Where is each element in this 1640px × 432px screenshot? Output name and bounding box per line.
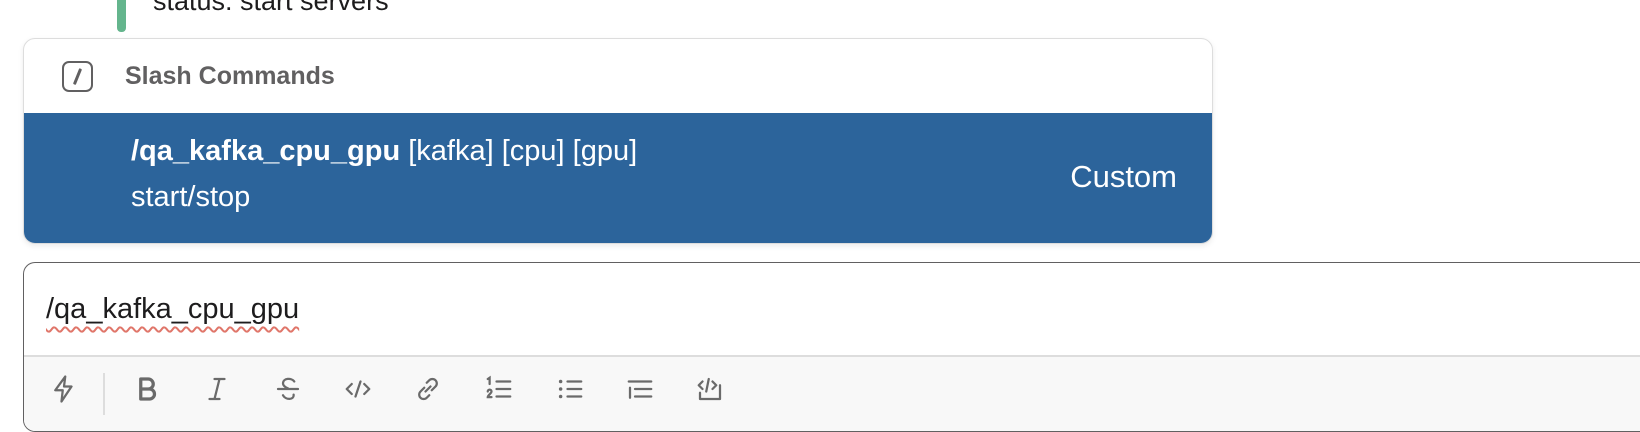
bulleted-list-button[interactable] [550,369,590,409]
bold-button[interactable] [127,369,167,409]
bold-icon [139,377,157,401]
strikethrough-button[interactable] [268,369,308,409]
popup-header: Slash Commands [24,39,1212,113]
command-option[interactable]: /qa_kafka_cpu_gpu [kafka] [cpu] [gpu] st… [24,113,1212,243]
link-icon [418,377,438,401]
slash-commands-popup: Slash Commands /qa_kafka_cpu_gpu [kafka]… [23,38,1213,244]
ordered-list-icon [486,375,512,399]
command-description: start/stop [131,181,251,213]
shortcuts-icon [54,375,73,403]
message-composer [23,262,1640,432]
message-quote-bar [117,0,126,32]
command-name: /qa_kafka_cpu_gpu [131,135,401,167]
message-text: status: start servers [153,0,389,16]
command-type: Custom [1070,159,1177,194]
shortcuts-button[interactable] [44,369,84,409]
code-button[interactable] [338,369,378,409]
command-signature: /qa_kafka_cpu_gpu [kafka] [cpu] [gpu] [131,135,637,168]
command-args: [kafka] [cpu] [gpu] [408,135,638,167]
italic-icon [208,377,226,401]
slash-command-icon [62,60,93,92]
link-button[interactable] [408,369,448,409]
blockquote-button[interactable] [620,369,660,409]
message-input[interactable] [24,263,1640,355]
code-icon [345,380,371,398]
bulleted-list-icon [558,379,583,399]
formatting-toolbar [24,355,1640,431]
ordered-list-button[interactable] [479,369,519,409]
blockquote-icon [627,380,653,399]
italic-button[interactable] [197,369,237,409]
code-block-icon [697,377,722,401]
strikethrough-icon [276,377,300,401]
toolbar-divider [103,373,105,415]
code-block-button[interactable] [690,369,730,409]
popup-title: Slash Commands [125,61,335,90]
